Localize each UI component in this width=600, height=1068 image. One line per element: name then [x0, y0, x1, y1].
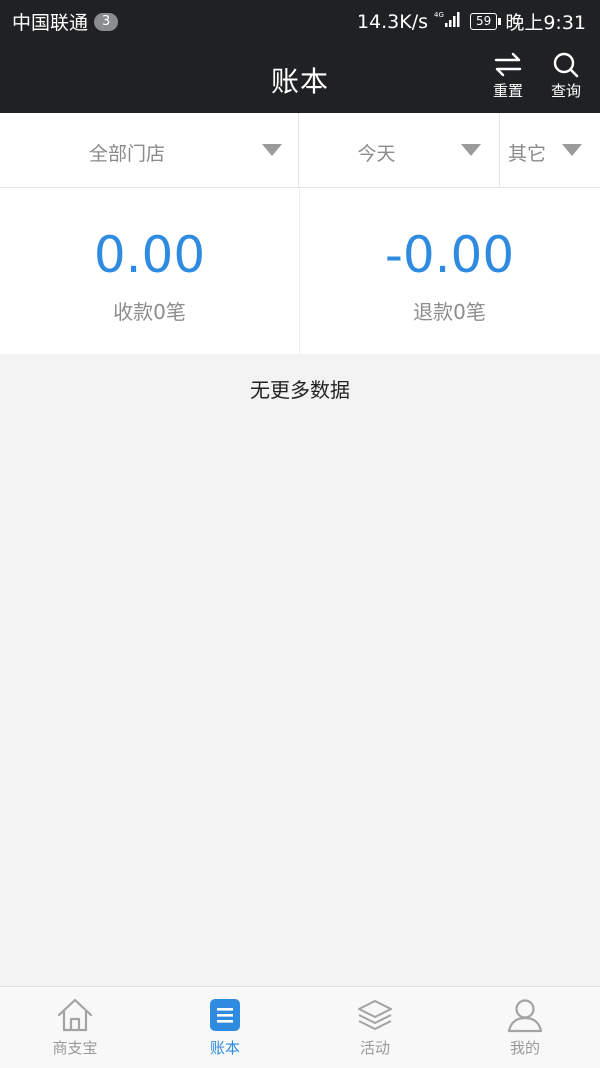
query-label: 查询	[550, 82, 581, 100]
notification-badge: 3	[94, 12, 119, 31]
query-button[interactable]: 查询	[543, 52, 589, 101]
status-right: 14.3K/s 4G 59 晚上9:31	[357, 8, 586, 35]
refund-summary: -0.00 退款0笔	[300, 188, 599, 354]
user-icon	[507, 999, 543, 1033]
refund-count: 退款0笔	[413, 300, 486, 324]
reset-button[interactable]: 重置	[485, 52, 531, 101]
store-filter-label: 全部门店	[88, 143, 165, 165]
other-filter-label: 其它	[508, 143, 547, 165]
store-filter-dropdown[interactable]: 全部门店	[0, 113, 299, 187]
tab-label: 活动	[359, 1039, 390, 1057]
home-icon	[57, 998, 93, 1032]
tab-label: 商支宝	[52, 1039, 98, 1057]
caret-down-icon	[262, 144, 282, 156]
network-type: 4G	[434, 11, 444, 19]
summary-panel: 0.00 收款0笔 -0.00 退款0笔	[0, 188, 600, 354]
date-filter-label: 今天	[357, 143, 396, 165]
no-more-data-text: 无更多数据	[250, 378, 350, 402]
tab-mine[interactable]: 我的	[450, 987, 600, 1068]
filter-bar: 全部门店 今天 其它	[0, 113, 600, 188]
swap-icon	[494, 52, 522, 77]
income-count: 收款0笔	[113, 300, 186, 324]
clock: 晚上9:31	[505, 12, 586, 34]
tab-label: 账本	[209, 1039, 240, 1057]
battery-icon: 59	[470, 13, 502, 30]
date-filter-dropdown[interactable]: 今天	[299, 113, 500, 187]
bottom-tab-bar: 商支宝 账本 活动 我的	[0, 986, 600, 1068]
tab-label: 我的	[509, 1039, 540, 1057]
caret-down-icon	[562, 144, 582, 156]
tab-ledger[interactable]: 账本	[150, 987, 300, 1068]
tab-activity[interactable]: 活动	[300, 987, 450, 1068]
network-speed: 14.3K/s	[356, 10, 429, 33]
refund-amount: -0.00	[384, 226, 515, 284]
app-header: 账本 重置 查询	[0, 40, 600, 113]
carrier-name: 中国联通	[12, 12, 89, 34]
tab-home[interactable]: 商支宝	[0, 987, 150, 1068]
signal-icon: 4G	[434, 10, 462, 33]
other-filter-dropdown[interactable]: 其它	[500, 113, 600, 187]
status-bar: 中国联通 3 14.3K/s 4G 59 晚上9:31	[0, 0, 600, 40]
reset-label: 重置	[492, 82, 523, 100]
caret-down-icon	[461, 144, 481, 156]
income-summary: 0.00 收款0笔	[0, 188, 300, 354]
search-icon	[553, 52, 579, 78]
layers-icon	[358, 1000, 392, 1030]
status-left: 中国联通 3	[12, 8, 119, 35]
income-amount: 0.00	[93, 226, 206, 284]
ledger-icon	[210, 999, 240, 1031]
